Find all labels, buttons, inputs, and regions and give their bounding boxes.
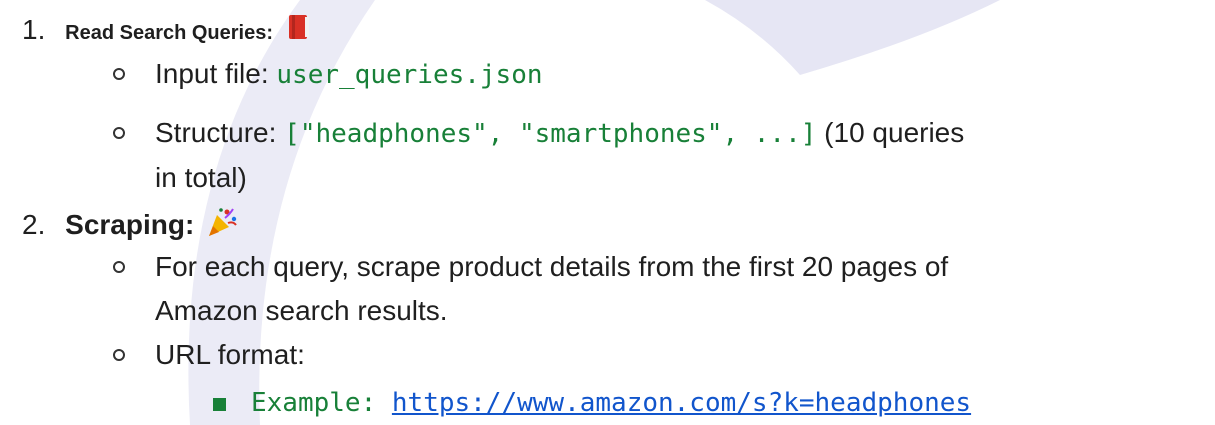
red-book-icon (287, 13, 311, 50)
sub-item-for-each-query: For each query, scrape product details f… (155, 251, 949, 282)
item-heading: Scraping: (65, 208, 195, 240)
sub-item-structure-continuation: in total) (155, 162, 247, 193)
code-structure: ["headphones", "smartphones", ...] (284, 119, 817, 149)
code-filename: user_queries.json (276, 60, 543, 90)
sub-item-structure: Structure: ["headphones", "smartphones",… (155, 115, 964, 152)
bullet-square (213, 398, 226, 411)
item-heading: Read Search Queries: (65, 22, 274, 44)
bullet-circle (113, 127, 125, 139)
sub-item-for-each-query-continuation: Amazon search results. (155, 295, 448, 326)
label: Input file: (155, 58, 277, 89)
sub-sub-item-example: Example: https://www.amazon.com/s?k=head… (251, 384, 971, 421)
party-popper-icon (206, 206, 238, 247)
sub-item-url-format: URL format: (155, 339, 305, 370)
list-item-2: 2. Scraping: (22, 206, 238, 247)
document: 1. Read Search Queries: Input file: user… (0, 0, 1215, 425)
bullet-circle (113, 261, 125, 273)
list-number: 1. (22, 14, 46, 45)
bullet-circle (113, 349, 125, 361)
list-item-1: 1. Read Search Queries: (22, 12, 311, 51)
list-number: 2. (22, 208, 46, 240)
label-after: (10 queries (816, 117, 965, 148)
label: Structure: (155, 117, 285, 148)
code-example-label: Example: (251, 388, 392, 418)
sub-item-input-file: Input file: user_queries.json (155, 56, 543, 93)
bullet-circle (113, 68, 125, 80)
amazon-search-link[interactable]: https://www.amazon.com/s?k=headphones (392, 388, 971, 418)
